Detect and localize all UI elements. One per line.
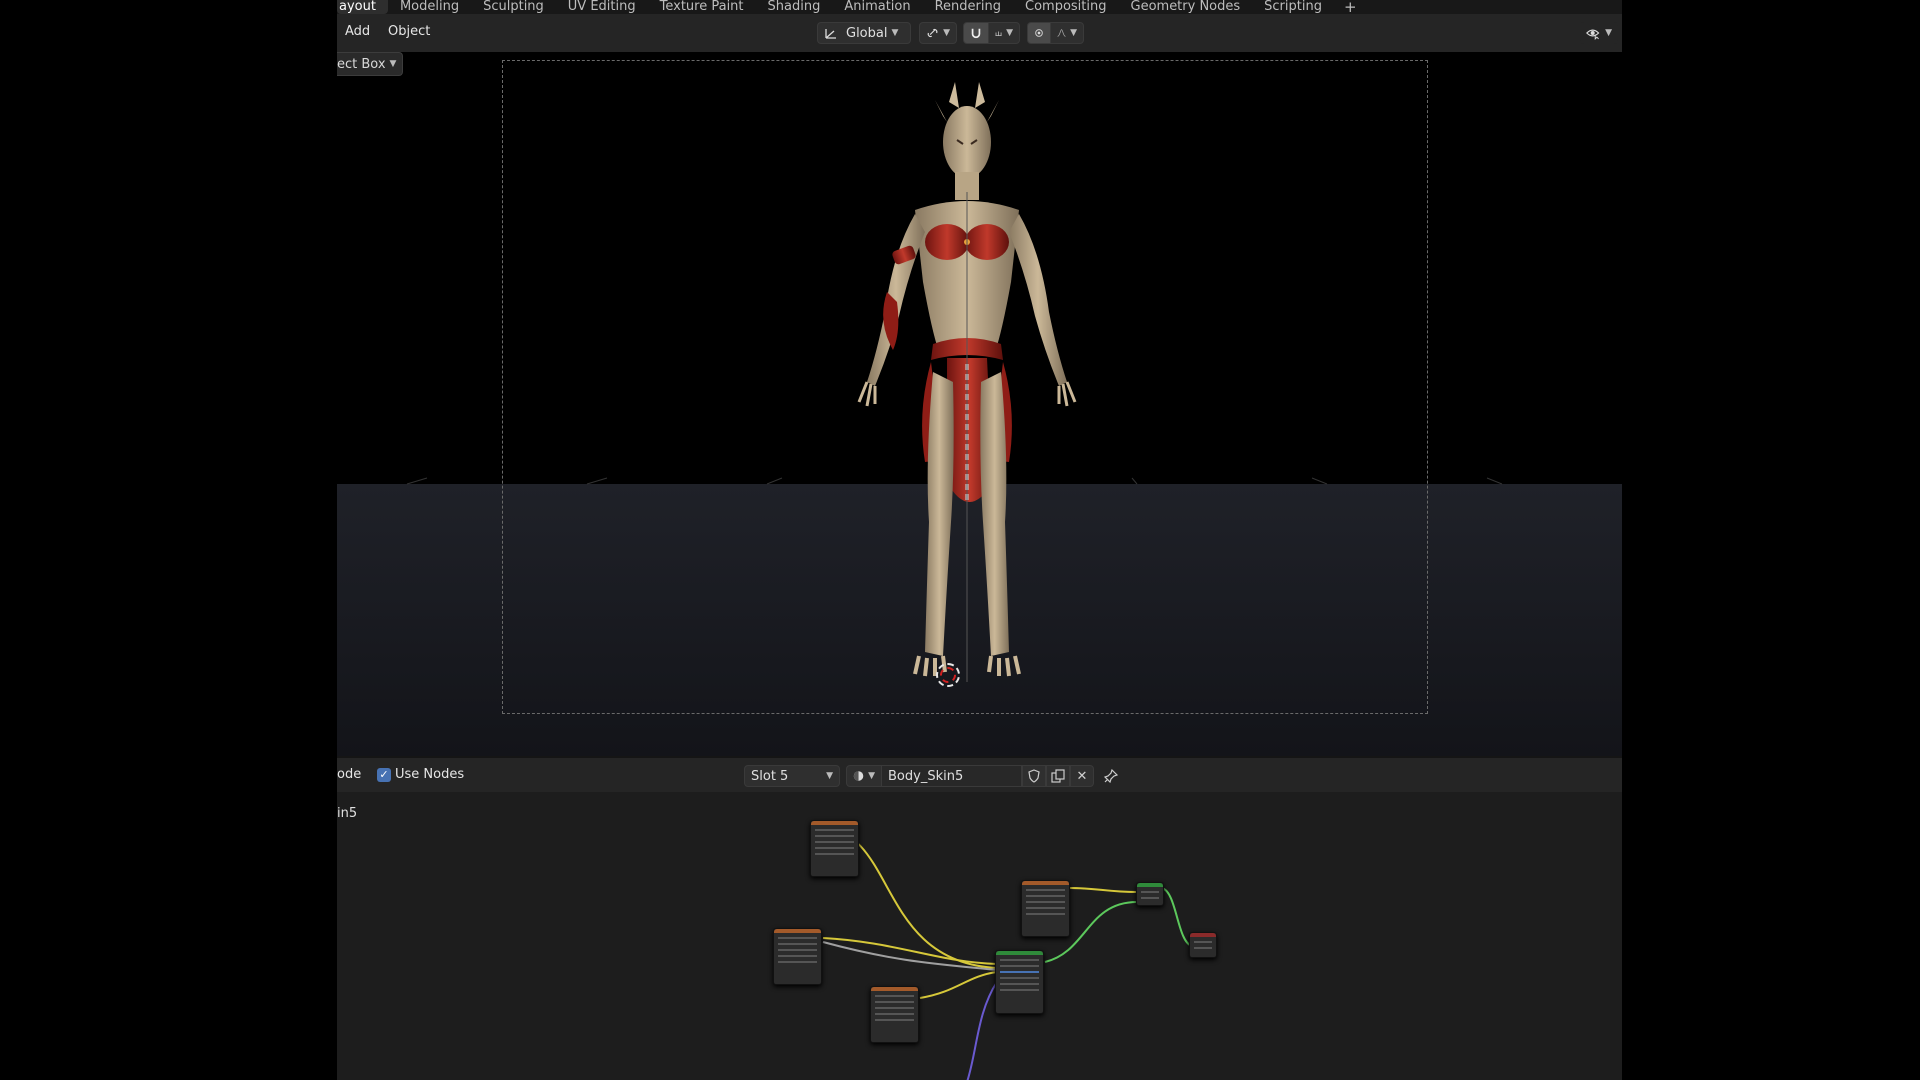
close-icon: ✕ <box>1076 768 1088 784</box>
snap-toggle[interactable] <box>963 22 989 44</box>
snap-target-dropdown[interactable]: ▼ <box>988 22 1020 44</box>
link-icon <box>927 28 938 38</box>
tab-texture-paint[interactable]: Texture Paint <box>648 0 756 14</box>
magnet-icon <box>971 28 981 39</box>
orientation-axes-icon <box>825 29 836 39</box>
3d-viewport[interactable]: ect Box ▼ <box>337 52 1622 756</box>
chevron-down-icon: ▼ <box>1605 28 1612 38</box>
tab-geometry-nodes[interactable]: Geometry Nodes <box>1119 0 1253 14</box>
falloff-dropdown[interactable]: ▼ <box>1050 22 1084 44</box>
copy-icon <box>1051 769 1065 783</box>
shader-editor-header: ode ✓ Use Nodes Slot 5 ▼ ▼ Body_Skin5 ✕ <box>337 756 1622 792</box>
checkmark-icon: ✓ <box>377 767 391 782</box>
material-browse-dropdown[interactable]: ▼ <box>846 765 882 787</box>
menu-object[interactable]: Object <box>388 24 430 39</box>
visibility-dropdown[interactable]: ▼ <box>1580 22 1618 44</box>
material-name-label: Body_Skin5 <box>888 768 964 784</box>
transform-orientation-dropdown[interactable]: Global ▼ <box>817 22 911 44</box>
snap-increment-icon <box>995 31 1002 36</box>
chevron-down-icon: ▼ <box>389 59 397 69</box>
tab-layout[interactable]: ayout <box>337 0 388 14</box>
chevron-down-icon: ▼ <box>891 28 899 38</box>
unlink-material-button[interactable]: ✕ <box>1070 765 1094 787</box>
tab-modeling[interactable]: Modeling <box>388 0 471 14</box>
tab-sculpting[interactable]: Sculpting <box>471 0 556 14</box>
pin-icon <box>1104 769 1118 783</box>
editor-mode-label[interactable]: ode <box>337 767 361 782</box>
proportional-dot-icon <box>1035 29 1043 37</box>
fake-user-button[interactable] <box>1022 765 1046 787</box>
tab-compositing[interactable]: Compositing <box>1013 0 1119 14</box>
add-workspace-button[interactable]: + <box>1334 0 1367 15</box>
image-texture-node[interactable] <box>1021 880 1070 937</box>
tab-uv-editing[interactable]: UV Editing <box>556 0 648 14</box>
material-name-field[interactable]: Body_Skin5 <box>881 765 1022 787</box>
use-nodes-label: Use Nodes <box>395 767 465 782</box>
material-sphere-icon <box>853 771 864 781</box>
3d-cursor[interactable] <box>936 663 960 687</box>
image-texture-node[interactable] <box>870 986 919 1043</box>
orientation-label: Global <box>846 25 888 41</box>
mix-shader-node[interactable] <box>1136 882 1164 906</box>
image-texture-node[interactable] <box>810 820 859 877</box>
image-texture-node[interactable] <box>773 928 822 985</box>
node-links <box>822 827 1193 1080</box>
tab-rendering[interactable]: Rendering <box>923 0 1013 14</box>
slot-label: Slot 5 <box>751 768 789 784</box>
viewport-header: Add Object Global ▼ ▼ ▼ ▼ ▼ <box>337 14 1622 52</box>
node-editor-canvas[interactable]: in5 <box>337 792 1622 1080</box>
duplicate-material-button[interactable] <box>1046 765 1070 787</box>
select-box-dropdown[interactable]: ect Box ▼ <box>337 52 404 76</box>
material-output-node[interactable] <box>1189 932 1217 958</box>
chevron-down-icon: ▼ <box>826 771 833 781</box>
pivot-point-dropdown[interactable]: ▼ <box>919 22 957 44</box>
menu-add[interactable]: Add <box>345 24 370 39</box>
chevron-down-icon: ▼ <box>1006 28 1013 38</box>
tab-scripting[interactable]: Scripting <box>1252 0 1334 14</box>
use-nodes-checkbox[interactable]: ✓ Use Nodes <box>377 767 464 782</box>
tab-shading[interactable]: Shading <box>756 0 833 14</box>
principled-bsdf-node[interactable] <box>995 950 1044 1014</box>
proportional-editing-toggle[interactable] <box>1027 22 1051 44</box>
chevron-down-icon: ▼ <box>1070 28 1077 38</box>
select-mode-label: ect Box <box>337 56 386 72</box>
character-model[interactable] <box>797 82 1137 702</box>
slot-dropdown[interactable]: Slot 5 ▼ <box>744 765 840 787</box>
eye-pointer-icon <box>1586 29 1600 40</box>
falloff-curve-icon <box>1057 29 1066 37</box>
pin-button[interactable] <box>1099 765 1123 787</box>
blender-window: ayout Modeling Sculpting UV Editing Text… <box>337 0 1622 1080</box>
workspace-tab-bar: ayout Modeling Sculpting UV Editing Text… <box>337 0 1622 15</box>
tab-animation[interactable]: Animation <box>832 0 922 14</box>
chevron-down-icon: ▼ <box>943 28 950 38</box>
shield-icon <box>1028 769 1040 783</box>
chevron-down-icon: ▼ <box>868 771 875 781</box>
